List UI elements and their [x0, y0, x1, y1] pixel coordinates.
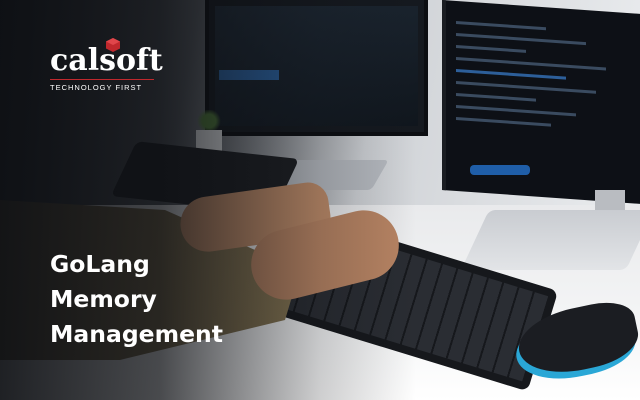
- calsoft-logo: calsoft TECHNOLOGY FIRST: [50, 38, 163, 92]
- logo-wordmark: calsoft: [50, 43, 163, 78]
- page-title: GoLang Memory Management: [50, 247, 223, 352]
- title-line-2: Memory: [50, 285, 157, 313]
- title-line-1: GoLang: [50, 250, 150, 278]
- red-cube-logo-icon: [106, 38, 120, 52]
- hero-banner: calsoft TECHNOLOGY FIRST GoLang Memory M…: [0, 0, 640, 400]
- logo-tagline: TECHNOLOGY FIRST: [50, 83, 143, 92]
- logo-divider: [50, 79, 154, 80]
- title-line-3: Management: [50, 320, 223, 348]
